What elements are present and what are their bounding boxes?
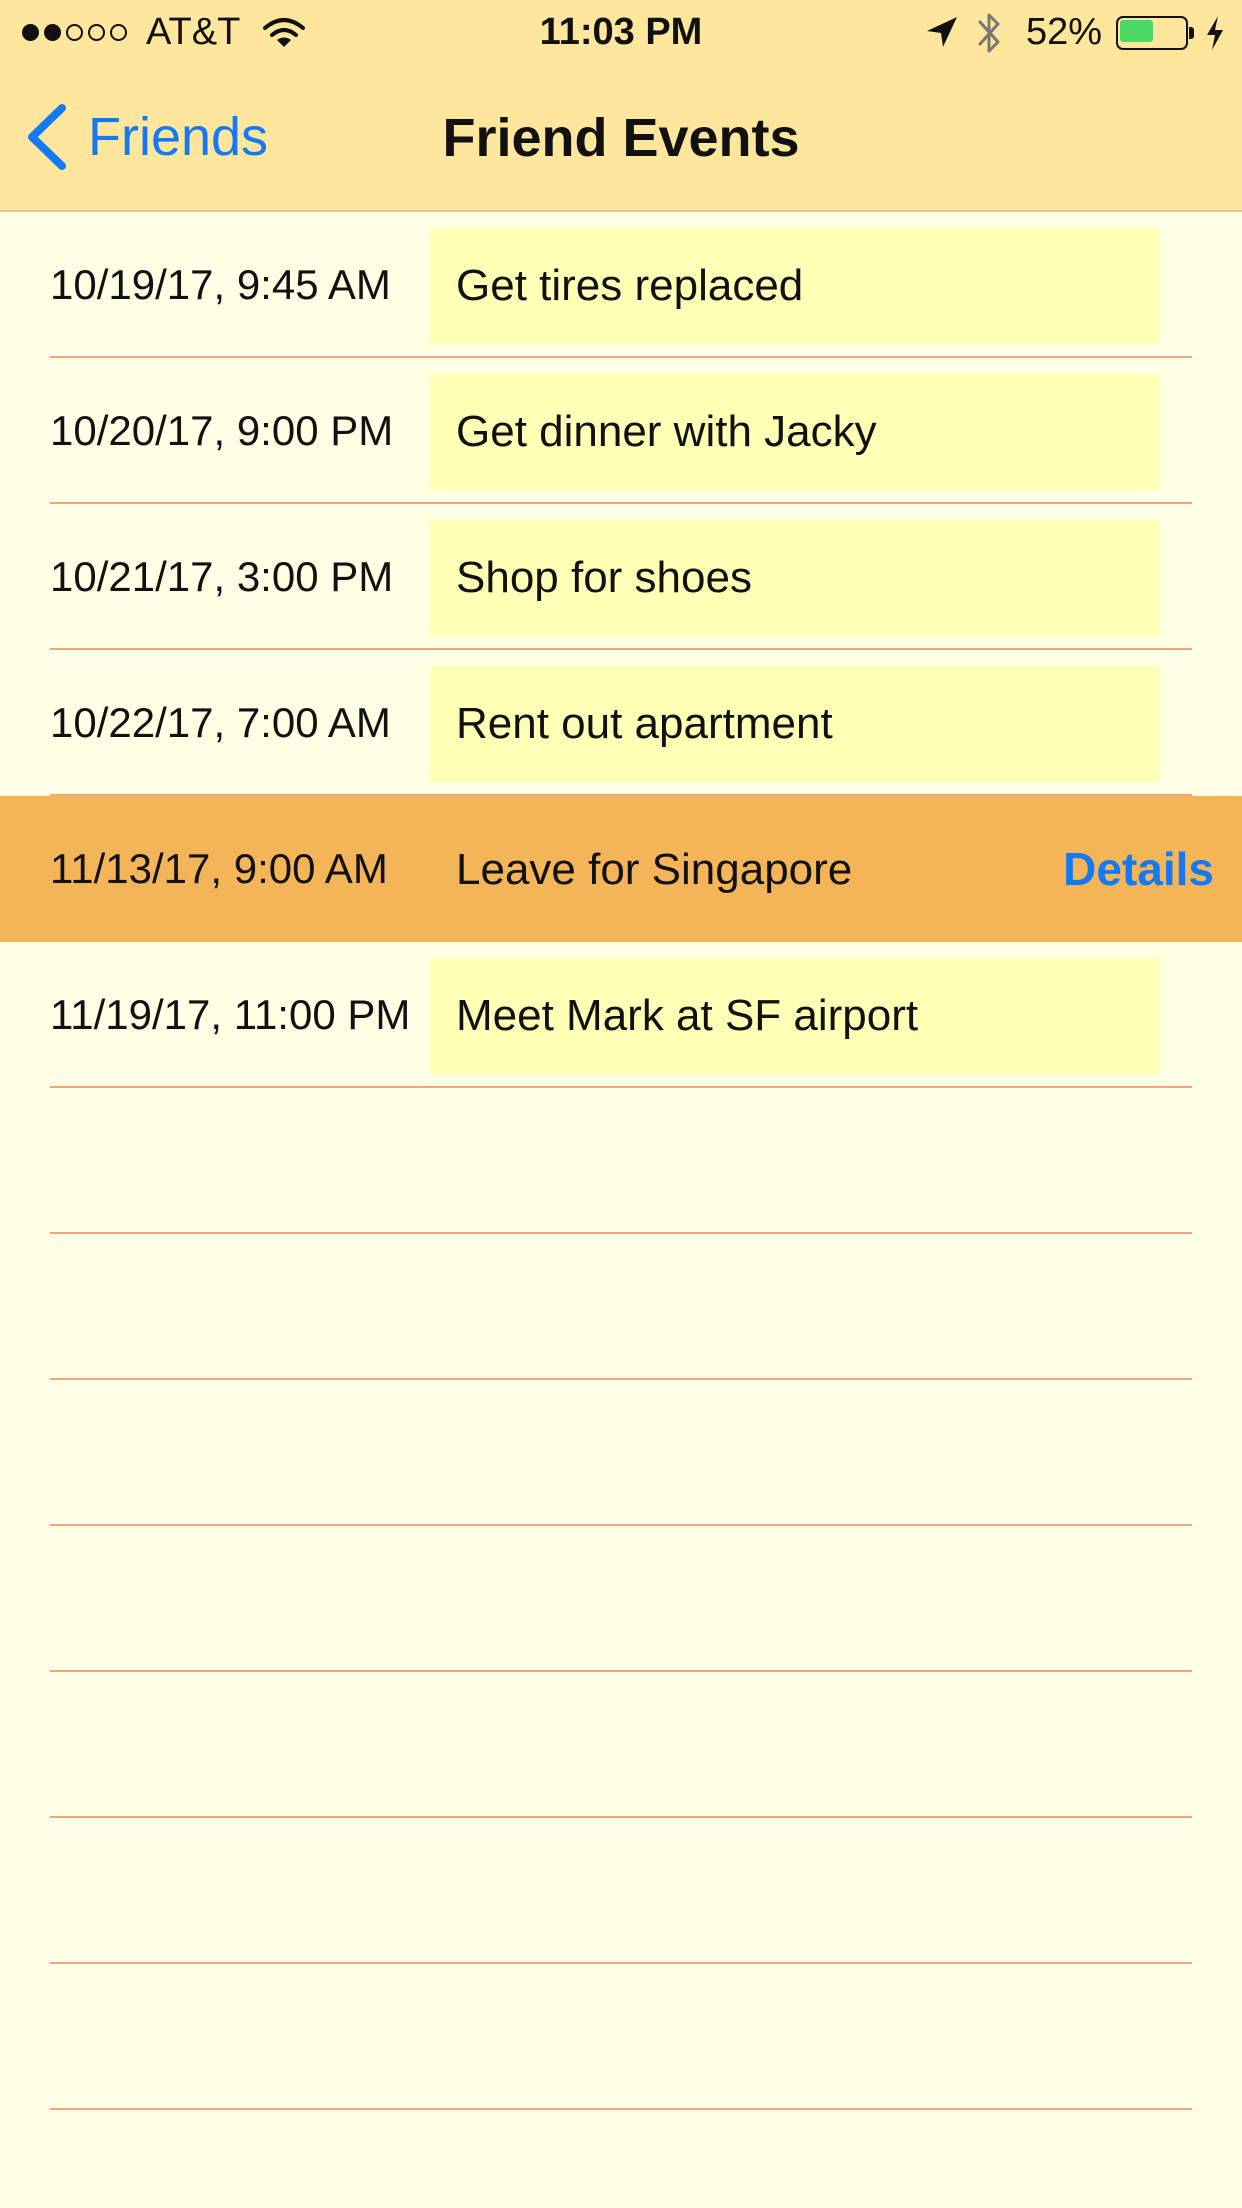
event-row[interactable]: 11/19/17, 11:00 PM Meet Mark at SF airpo…: [0, 942, 1242, 1088]
empty-row: [0, 1380, 1242, 1526]
battery-percentage: 52%: [1026, 11, 1103, 53]
details-button[interactable]: Details: [1063, 796, 1214, 942]
navigation-bar: Friends Friend Events: [0, 64, 1242, 210]
empty-row: [0, 1526, 1242, 1672]
empty-row: [0, 1672, 1242, 1818]
page-title: Friend Events: [442, 108, 800, 168]
event-date: 11/13/17, 9:00 AM: [50, 845, 388, 892]
empty-row: [0, 1818, 1242, 1964]
event-row[interactable]: 10/22/17, 7:00 AM Rent out apartment: [0, 650, 1242, 796]
event-title: Get tires replaced: [430, 228, 1160, 344]
charging-bolt-icon: [1207, 16, 1223, 50]
event-title: Get dinner with Jacky: [430, 374, 1160, 490]
empty-row: [0, 1088, 1242, 1234]
event-title: Leave for Singapore: [456, 845, 853, 894]
event-date: 10/22/17, 7:00 AM: [50, 699, 391, 746]
event-date: 10/20/17, 9:00 PM: [50, 407, 394, 454]
header: AT&T 11:03 PM 52% Friends Friend Events: [0, 0, 1242, 212]
event-title: Meet Mark at SF airport: [430, 958, 1160, 1074]
location-arrow-icon: [927, 17, 957, 47]
event-date: 10/19/17, 9:45 AM: [50, 261, 391, 308]
event-title: Shop for shoes: [430, 520, 1160, 636]
event-row[interactable]: 10/19/17, 9:45 AM Get tires replaced: [0, 212, 1242, 358]
battery-icon: [1116, 16, 1196, 50]
event-date: 10/21/17, 3:00 PM: [50, 553, 394, 600]
events-list: 10/19/17, 9:45 AM Get tires replaced 10/…: [0, 212, 1242, 2110]
event-date: 11/19/17, 11:00 PM: [50, 991, 411, 1038]
row-separator: [50, 2108, 1192, 2110]
status-bar: AT&T 11:03 PM 52%: [0, 0, 1242, 64]
event-row[interactable]: 10/21/17, 3:00 PM Shop for shoes: [0, 504, 1242, 650]
event-title: Rent out apartment: [430, 666, 1160, 782]
battery-level-fill: [1120, 20, 1153, 42]
bluetooth-icon: [978, 13, 1000, 53]
empty-row: [0, 1964, 1242, 2110]
event-row-selected[interactable]: 11/13/17, 9:00 AM Leave for Singapore De…: [0, 796, 1242, 942]
empty-row: [0, 1234, 1242, 1380]
event-row[interactable]: 10/20/17, 9:00 PM Get dinner with Jacky: [0, 358, 1242, 504]
